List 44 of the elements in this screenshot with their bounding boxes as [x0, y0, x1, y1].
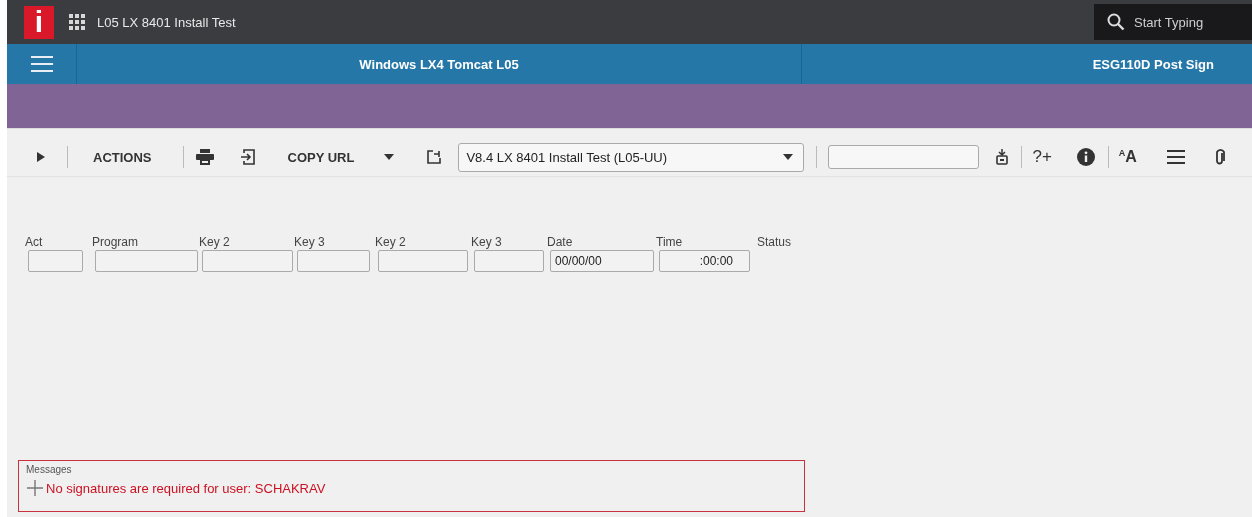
app-title: L05 LX 8401 Install Test: [97, 14, 236, 30]
paperclip-icon[interactable]: [1214, 148, 1225, 166]
help-button[interactable]: ?+: [1032, 147, 1052, 167]
field-label: Date: [547, 235, 574, 250]
input-field[interactable]: [202, 250, 293, 272]
actions-button[interactable]: ACTIONS: [93, 149, 152, 165]
info-icon[interactable]: [1076, 148, 1095, 166]
input-field[interactable]: [28, 250, 83, 272]
input-field[interactable]: :00:00: [659, 250, 750, 272]
field-label: Key 2: [199, 235, 231, 250]
toolbar-input[interactable]: [828, 145, 980, 169]
caret-icon[interactable]: [384, 154, 395, 160]
list-icon[interactable]: [1166, 150, 1185, 164]
field-label: Key 3: [471, 235, 503, 250]
input-field[interactable]: [474, 250, 544, 272]
environment-select[interactable]: V8.4 LX 8401 Install Test (L05-UU): [458, 142, 805, 172]
download-icon[interactable]: [996, 149, 1009, 165]
field-label: Time: [656, 235, 684, 250]
search-icon: [1107, 13, 1125, 31]
export-icon[interactable]: [240, 149, 255, 165]
new-window-icon[interactable]: [427, 150, 442, 164]
plus-icon[interactable]: [26, 479, 44, 497]
field-label: Key 3: [294, 235, 326, 250]
text-size-button[interactable]: $^{A}$A: [1118, 147, 1137, 167]
field-label: Key 2: [375, 235, 407, 250]
field-label: Status: [757, 235, 793, 250]
app-logo[interactable]: i: [24, 5, 54, 39]
caret-icon: [783, 154, 794, 160]
input-field[interactable]: 00/00/00: [550, 250, 654, 272]
input-field[interactable]: [378, 250, 468, 272]
app-grid-icon[interactable]: [68, 13, 86, 31]
input-field[interactable]: [95, 250, 198, 272]
messages-title: Messages: [26, 464, 73, 475]
field-label: Act: [25, 235, 44, 250]
print-icon[interactable]: [195, 149, 214, 165]
message-text: No signatures are required for user: SCHAKRAV: [46, 480, 326, 496]
input-field[interactable]: [297, 250, 370, 272]
menu-icon[interactable]: [30, 56, 53, 72]
page-title: Windows LX4 Tomcat L05: [359, 56, 519, 72]
search-field[interactable]: Start Typing: [1094, 4, 1252, 40]
play-icon[interactable]: [37, 152, 45, 162]
copy-url-button[interactable]: COPY URL: [287, 149, 355, 165]
field-label: Program: [92, 235, 139, 250]
program-title: ESG110D Post Sign: [1092, 56, 1214, 72]
